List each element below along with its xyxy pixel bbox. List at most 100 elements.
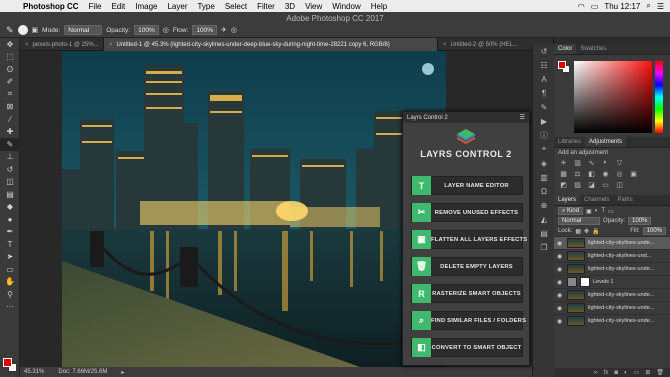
menu-3d[interactable]: 3D (280, 2, 300, 11)
filter-type-icon[interactable]: T (601, 208, 605, 214)
tab-layers[interactable]: Layers (554, 195, 581, 205)
trash-icon[interactable]: 🗑 (656, 369, 664, 376)
lock-all-icon[interactable]: 🔒 (592, 228, 599, 235)
dodge-tool-icon[interactable]: ● (0, 213, 20, 226)
panel-menu-icon[interactable]: ☰ (520, 114, 525, 121)
blend-mode-dropdown[interactable]: Normal (558, 217, 600, 225)
tab-untitled-1[interactable]: × Untitled-1 @ 45.3% (lighted-city-skylin… (104, 38, 438, 51)
rasterize-smart-objects-button[interactable]: R RASTERIZE SMART OBJECTS (411, 284, 523, 303)
tab-color[interactable]: Color (554, 44, 577, 54)
menu-window[interactable]: Window (327, 2, 365, 11)
menu-app[interactable]: Photoshop CC (18, 2, 84, 11)
invert-icon[interactable]: ◩ (558, 180, 569, 189)
timeline-icon[interactable]: ▤ (533, 226, 555, 240)
mode-dropdown[interactable]: Normal (64, 25, 103, 35)
convert-to-smart-object-button[interactable]: ◧ CONVERT TO SMART OBJECT (411, 338, 523, 357)
add-mask-icon[interactable]: ◙ (614, 370, 618, 376)
hue-saturation-icon[interactable]: ▦ (558, 169, 569, 178)
brush-settings-icon[interactable]: ▣ (32, 26, 39, 34)
menu-image[interactable]: Image (130, 2, 162, 11)
color-field[interactable] (574, 61, 652, 133)
eye-icon[interactable]: ◉ (557, 305, 564, 312)
close-icon[interactable]: × (443, 42, 447, 48)
menu-layer[interactable]: Layer (162, 2, 192, 11)
hand-tool-icon[interactable]: ✋ (0, 276, 20, 289)
path-select-tool-icon[interactable]: ➤ (0, 251, 20, 264)
more-tools-icon[interactable]: ··· (0, 301, 20, 314)
quick-select-tool-icon[interactable]: ✐ (0, 76, 20, 89)
menu-filter[interactable]: Filter (252, 2, 280, 11)
kind-filter-dropdown[interactable]: ⌕ Kind (558, 207, 584, 215)
history-brush-tool-icon[interactable]: ↺ (0, 163, 20, 176)
find-similar-files-button[interactable]: ⌕ FIND SIMILAR FILES / FOLDERS (411, 311, 526, 330)
clone-stamp-tool-icon[interactable]: ⊥ (0, 151, 20, 164)
wifi-icon[interactable]: ◠ (578, 2, 585, 11)
layer-row[interactable]: ◉ lighted-city-skylines-und... (554, 249, 670, 262)
close-icon[interactable]: × (25, 42, 29, 48)
menu-help[interactable]: Help (366, 2, 392, 11)
eye-icon[interactable]: ◉ (557, 240, 564, 247)
battery-icon[interactable]: ▭ (591, 2, 599, 11)
navigator-icon[interactable]: ⌖ (533, 142, 555, 156)
new-group-icon[interactable]: ▭ (634, 369, 640, 376)
lock-position-icon[interactable]: ✥ (584, 228, 589, 235)
3d-icon[interactable]: ◭ (533, 212, 555, 226)
filter-adjust-icon[interactable]: ◐ (595, 208, 599, 214)
photo-filter-icon[interactable]: ◉ (600, 169, 611, 178)
frame-tool-icon[interactable]: ⊠ (0, 101, 20, 114)
gradient-map-icon[interactable]: ▭ (600, 180, 611, 189)
brightness-icon[interactable]: ☀ (558, 158, 569, 167)
threshold-icon[interactable]: ◪ (586, 180, 597, 189)
flatten-all-layers-effects-button[interactable]: ▣ FLATTEN ALL LAYERS EFFECTS (411, 230, 527, 249)
opacity-field[interactable]: 100% (134, 25, 159, 35)
layer-opacity-field[interactable]: 100% (628, 217, 652, 225)
eraser-tool-icon[interactable]: ◫ (0, 176, 20, 189)
layer-row[interactable]: ◉ lighted-city-skylines-unde... (554, 262, 670, 275)
pressure-opacity-icon[interactable]: ◎ (163, 26, 169, 34)
layer-row[interactable]: ◉ lighted-city-skylines-unde... (554, 301, 670, 314)
blur-tool-icon[interactable]: ◆ (0, 201, 20, 214)
remove-unused-effects-button[interactable]: ✂ REMOVE UNUSED EFFECTS (411, 203, 523, 222)
link-layers-icon[interactable]: ∞ (593, 370, 597, 376)
curves-icon[interactable]: ∿ (586, 158, 597, 167)
menu-file[interactable]: File (84, 2, 107, 11)
properties-icon[interactable]: ☷ (533, 58, 555, 72)
posterize-icon[interactable]: ▨ (572, 180, 583, 189)
move-tool-icon[interactable]: ✥ (0, 38, 20, 51)
zoom-level[interactable]: 45.31% (24, 369, 44, 375)
black-white-icon[interactable]: ◧ (586, 169, 597, 178)
crop-tool-icon[interactable]: ⌗ (0, 88, 20, 101)
pressure-size-icon[interactable]: ◎ (231, 26, 237, 34)
layrs-panel-header[interactable]: Layrs Control 2 ☰ (403, 112, 529, 123)
color-lookup-icon[interactable]: ▣ (628, 169, 639, 178)
tab-swatches[interactable]: Swatches (576, 44, 610, 54)
layer-row[interactable]: ◉ lighted-city-skylines-unde... (554, 236, 670, 249)
airbrush-icon[interactable]: ✈ (221, 26, 227, 34)
filter-pixel-icon[interactable]: ▣ (586, 208, 592, 215)
tab-libraries[interactable]: Libraries (554, 137, 585, 147)
menu-select[interactable]: Select (220, 2, 252, 11)
eye-icon[interactable]: ◉ (557, 253, 564, 260)
layer-comps-icon[interactable]: ❐ (533, 240, 555, 254)
tab-paths[interactable]: Paths (613, 195, 636, 205)
marquee-tool-icon[interactable]: ⬚ (0, 51, 20, 64)
pen-tool-icon[interactable]: ✒ (0, 226, 20, 239)
tab-pexels-photo[interactable]: × pexels-photo-1 @ 25%... (20, 38, 104, 51)
healing-tool-icon[interactable]: ✚ (0, 126, 20, 139)
styles-icon[interactable]: ◈ (533, 156, 555, 170)
lasso-tool-icon[interactable]: ʘ (0, 63, 20, 76)
layrs-panel-tab[interactable]: Layrs Control 2 (407, 115, 448, 121)
info-icon[interactable]: ⓘ (533, 128, 555, 142)
brush-presets-icon[interactable]: ✎ (533, 100, 555, 114)
layer-row[interactable]: ◉ lighted-city-skylines-unde... (554, 288, 670, 301)
channel-mixer-icon[interactable]: ◎ (614, 169, 625, 178)
filter-shape-icon[interactable]: ▭ (608, 208, 614, 215)
eye-icon[interactable]: ◉ (557, 318, 564, 325)
menu-type[interactable]: Type (192, 2, 219, 11)
character-icon[interactable]: A (533, 72, 555, 86)
eye-icon[interactable]: ◉ (557, 279, 564, 286)
glyphs-icon[interactable]: Ω (533, 184, 555, 198)
selective-color-icon[interactable]: ◫ (614, 180, 625, 189)
color-balance-icon[interactable]: ⚖ (572, 169, 583, 178)
lock-pixels-icon[interactable]: ▦ (575, 228, 581, 235)
